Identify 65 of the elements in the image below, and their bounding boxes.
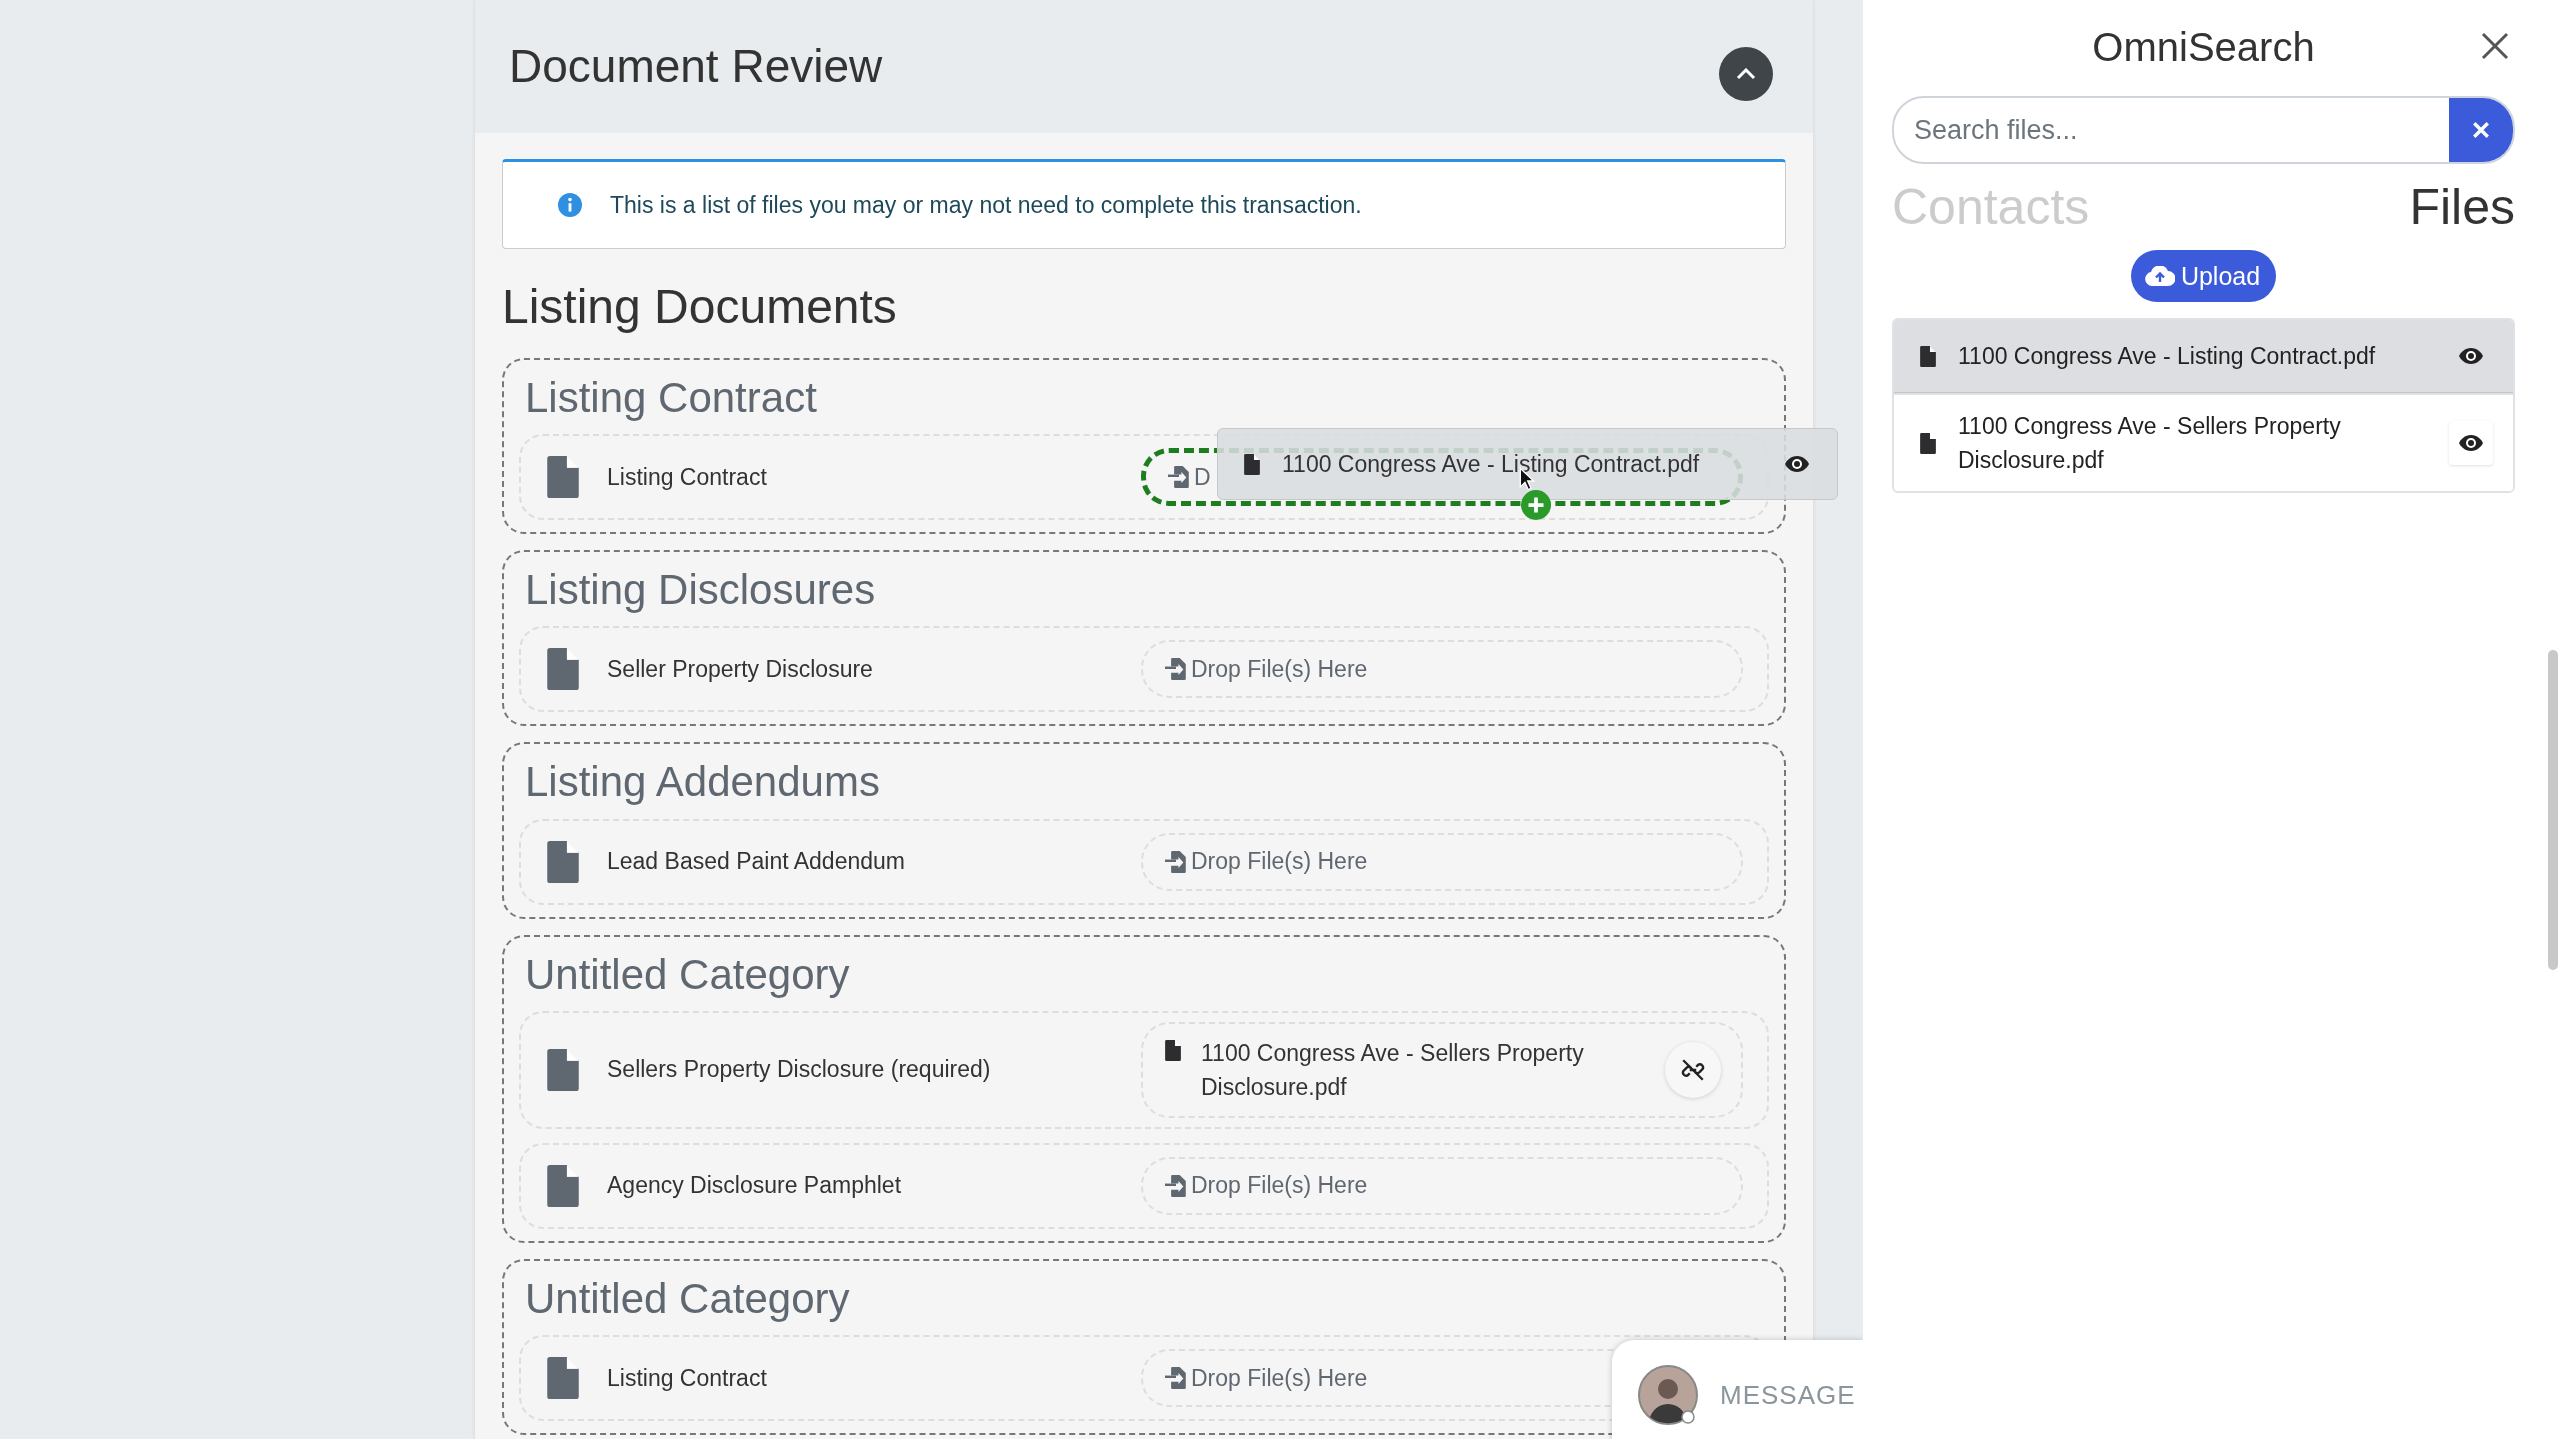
search-field[interactable]: Search files...	[1892, 96, 2515, 164]
file-import-icon	[1168, 466, 1190, 489]
close-icon	[2472, 121, 2490, 139]
document-name: Listing Contract	[607, 1364, 768, 1392]
dragged-file[interactable]: 1100 Congress Ave - Listing Contract.pdf	[1217, 428, 1838, 500]
category-title: Untitled Category	[525, 1275, 851, 1324]
info-message: This is a list of files you may or may not need to complete this transaction.	[610, 191, 1362, 219]
drop-label: D	[1194, 463, 1211, 491]
document-name: Listing Contract	[607, 463, 768, 491]
message-toast[interactable]: MESSAGE	[1612, 1340, 1863, 1439]
unlink-button[interactable]	[1665, 1042, 1721, 1098]
unlink-icon	[1680, 1057, 1706, 1083]
file-icon	[1244, 453, 1260, 475]
attached-file-name: 1100 Congress Ave - Sellers Property Disclosure.pdf	[1201, 1039, 1585, 1102]
document-icon	[547, 840, 579, 883]
drop-zone[interactable]: Drop File(s) Here	[1141, 1157, 1743, 1215]
document-icon	[547, 456, 579, 499]
category-title: Listing Disclosures	[525, 566, 877, 615]
file-import-icon	[1165, 1367, 1187, 1390]
card-title: Document Review	[509, 38, 883, 93]
file-import-icon	[1165, 658, 1187, 681]
file-icon	[1920, 432, 1936, 454]
chevron-up-icon	[1736, 67, 1756, 80]
file-list-item[interactable]: 1100 Congress Ave - Listing Contract.pdf	[1894, 320, 2513, 393]
file-name: 1100 Congress Ave - Sellers Property Disclosure.pdf	[1958, 412, 2342, 475]
panel-tab[interactable]: Files	[2409, 178, 2515, 236]
scrollbar[interactable]	[2548, 650, 2558, 970]
drop-label: Drop File(s) Here	[1191, 1172, 1368, 1200]
drop-zone[interactable]: Drop File(s) Here	[1141, 640, 1743, 699]
document-icon	[547, 1357, 579, 1400]
category-title: Untitled Category	[525, 950, 851, 999]
file-list-item[interactable]: 1100 Congress Ave - Sellers Property Disclosure.pdf	[1894, 393, 2513, 491]
category-title: Listing Addendums	[525, 758, 881, 807]
close-icon	[2480, 31, 2510, 61]
preview-icon[interactable]	[2459, 348, 2483, 364]
search-input[interactable]: Search files...	[1894, 98, 2449, 162]
document-name: Agency Disclosure Pamphlet	[607, 1172, 903, 1200]
upload-button[interactable]: Upload	[2130, 250, 2277, 302]
drop-label: Drop File(s) Here	[1191, 655, 1368, 683]
file-icon	[1165, 1040, 1181, 1061]
file-name: 1100 Congress Ave - Listing Contract.pdf	[1958, 342, 2377, 371]
collapse-button[interactable]	[1719, 46, 1773, 101]
dragged-file-name: 1100 Congress Ave - Listing Contract.pdf	[1282, 450, 1700, 478]
document-icon	[547, 1165, 579, 1207]
drop-label: Drop File(s) Here	[1191, 848, 1368, 876]
drop-zone[interactable]: Drop File(s) Here	[1141, 832, 1743, 891]
preview-icon[interactable]	[1785, 456, 1809, 472]
cloud-upload-icon	[2144, 266, 2175, 286]
document-name: Sellers Property Disclosure (required)	[607, 1056, 992, 1084]
document-name: Seller Property Disclosure	[607, 655, 874, 683]
clear-search-button[interactable]	[2449, 98, 2513, 162]
avatar	[1638, 1365, 1698, 1425]
preview-icon[interactable]	[2459, 435, 2483, 451]
document-icon	[547, 648, 579, 691]
section-heading: Listing Documents	[502, 281, 898, 334]
file-icon	[1920, 345, 1936, 367]
category-title: Listing Contract	[525, 373, 818, 423]
panel-title: OmniSearch	[2092, 24, 2315, 70]
drop-label: Drop File(s) Here	[1191, 1364, 1368, 1392]
file-import-icon	[1165, 1175, 1187, 1197]
document-icon	[547, 1049, 579, 1091]
add-icon	[1521, 490, 1551, 520]
info-icon	[558, 193, 582, 217]
document-name: Lead Based Paint Addendum	[607, 848, 906, 876]
file-import-icon	[1165, 850, 1187, 873]
